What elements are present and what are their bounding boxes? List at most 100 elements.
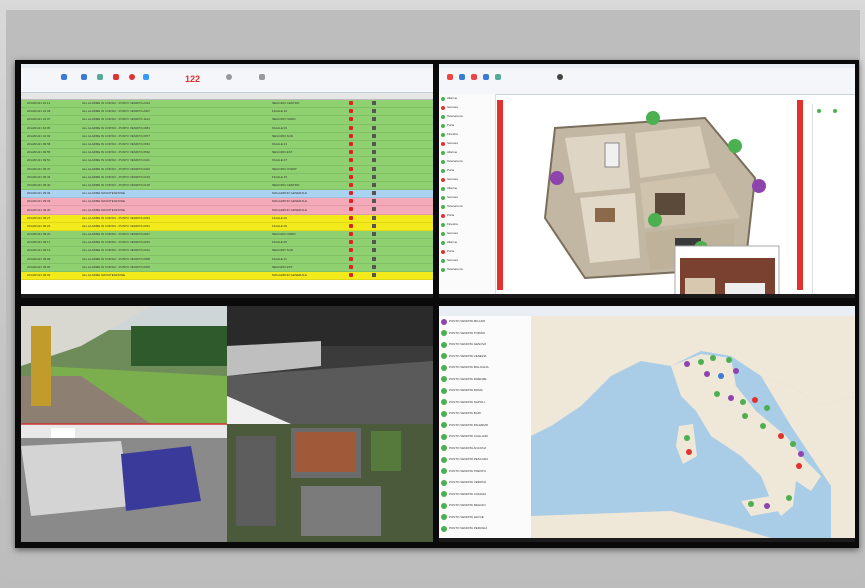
settings-icon[interactable] bbox=[259, 74, 265, 80]
action-icon[interactable] bbox=[372, 191, 376, 196]
action-icon[interactable] bbox=[372, 199, 376, 204]
map-pin-ok[interactable] bbox=[760, 423, 766, 429]
list-item[interactable]: PUNTO VENDITA FIRENZE bbox=[439, 374, 531, 386]
action-icon[interactable] bbox=[372, 133, 376, 138]
list-item[interactable]: PUNTO VENDITA BARI bbox=[439, 408, 531, 420]
map-pin-ok[interactable] bbox=[786, 495, 792, 501]
alarm-icon[interactable] bbox=[349, 133, 353, 138]
alarm-icon[interactable] bbox=[349, 182, 353, 187]
confirm-icon[interactable] bbox=[97, 74, 103, 80]
map-pin-alarm[interactable] bbox=[798, 451, 804, 457]
alarm-icon[interactable] bbox=[349, 272, 353, 277]
alarm-icon[interactable] bbox=[349, 141, 353, 146]
list-item[interactable]: Porta bbox=[439, 247, 495, 256]
table-row[interactable]: 2014/01/21 10:05 ALL ALARME IN CORSO - PU… bbox=[21, 124, 433, 133]
table-row[interactable]: 2014/01/21 09:20 ALL ALARME IN CORSO - PU… bbox=[21, 231, 433, 240]
map-pin-ok[interactable] bbox=[698, 359, 704, 365]
list-item[interactable]: Allarme bbox=[439, 94, 495, 103]
action-icon[interactable] bbox=[372, 232, 376, 236]
list-item[interactable]: PUNTO VENDITA CAGLIARI bbox=[439, 431, 531, 443]
table-row[interactable]: 2014/01/21 09:17 ALL ALARME IN CORSO - PU… bbox=[21, 239, 433, 248]
list-item[interactable]: Allarme bbox=[439, 148, 495, 157]
user-icon[interactable] bbox=[557, 74, 563, 80]
table-row[interactable]: 2014/01/21 10:07 ALL ALARME IN CORSO - PU… bbox=[21, 116, 433, 125]
sensor-marker[interactable] bbox=[648, 213, 662, 227]
map-pin-ok[interactable] bbox=[748, 501, 754, 507]
table-row[interactable]: 2014/01/21 10:11 ALL ALARME IN CORSO - PU… bbox=[21, 100, 433, 109]
floorplan-3d-view[interactable] bbox=[505, 98, 795, 294]
camera-feed-entrance[interactable] bbox=[21, 306, 227, 424]
alarm-icon[interactable] bbox=[349, 223, 353, 228]
alarm-icon[interactable] bbox=[349, 199, 353, 204]
alarm-marker[interactable] bbox=[752, 179, 766, 193]
alarm-icon[interactable] bbox=[349, 101, 353, 105]
map-pin-ok[interactable] bbox=[740, 399, 746, 405]
alarm-icon[interactable] bbox=[349, 264, 353, 269]
list-item[interactable]: Allarme bbox=[439, 184, 495, 193]
map-pin-alarm[interactable] bbox=[728, 395, 734, 401]
video-icon[interactable] bbox=[143, 74, 149, 80]
alarm-icon[interactable] bbox=[349, 174, 353, 179]
stop-icon[interactable] bbox=[129, 74, 135, 80]
map-pin-alarm[interactable] bbox=[684, 361, 690, 367]
action-icon[interactable] bbox=[372, 223, 376, 228]
table-row[interactable]: 2014/01/21 09:24 ALL ALARME IN CORSO - PU… bbox=[21, 222, 433, 231]
camera-icon[interactable] bbox=[459, 74, 465, 80]
list-item[interactable]: PUNTO VENDITA ROMA bbox=[439, 385, 531, 397]
list-item[interactable]: PUNTO VENDITA CATANIA bbox=[439, 489, 531, 501]
table-row[interactable]: 2014/01/21 09:13 ALL ALARME IN CORSO - PU… bbox=[21, 247, 433, 256]
alarm-icon[interactable] bbox=[349, 150, 353, 155]
list-item[interactable]: PUNTO VENDITA ANCONA bbox=[439, 443, 531, 455]
alarm-icon[interactable] bbox=[349, 232, 353, 236]
list-item[interactable]: Telecamera bbox=[439, 265, 495, 274]
list-item[interactable]: Sensore bbox=[439, 139, 495, 148]
alarm-icon[interactable] bbox=[349, 191, 353, 196]
sensor-marker[interactable] bbox=[728, 139, 742, 153]
map-pin-ok[interactable] bbox=[790, 441, 796, 447]
map-pin-ok[interactable] bbox=[714, 391, 720, 397]
list-item[interactable]: Porta bbox=[439, 211, 495, 220]
action-icon[interactable] bbox=[372, 109, 376, 114]
list-item[interactable]: PUNTO VENDITA GENOVA bbox=[439, 339, 531, 351]
alarm-icon[interactable] bbox=[349, 256, 353, 261]
alarm-icon[interactable] bbox=[349, 117, 353, 122]
map-pin-alarm[interactable] bbox=[704, 371, 710, 377]
action-icon[interactable] bbox=[372, 256, 376, 261]
table-row[interactable]: 2014/01/21 10:09 ALL ALARME IN CORSO - PU… bbox=[21, 108, 433, 117]
map-pin-ok[interactable] bbox=[742, 413, 748, 419]
map-pin-ok[interactable] bbox=[764, 405, 770, 411]
table-row[interactable]: 2014/01/21 09:30 ALL ALARME MANUTENZIONE M… bbox=[21, 206, 433, 215]
table-row[interactable]: 2014/01/21 09:51 ALL ALARME IN CORSO - PU… bbox=[21, 157, 433, 166]
action-icon[interactable] bbox=[372, 215, 376, 220]
list-item[interactable]: PUNTO VENDITA TORINO bbox=[439, 328, 531, 340]
table-row[interactable]: 2014/01/21 09:44 ALL ALARME IN CORSO - PU… bbox=[21, 173, 433, 182]
list-item[interactable]: Telecamera bbox=[439, 157, 495, 166]
alarm-icon[interactable] bbox=[349, 125, 353, 130]
action-icon[interactable] bbox=[372, 158, 376, 163]
list-item[interactable]: PUNTO VENDITA PERUGIA bbox=[439, 523, 531, 535]
alarm-marker[interactable] bbox=[550, 171, 564, 185]
table-row[interactable]: 2014/01/21 10:02 ALL ALARME IN CORSO - PU… bbox=[21, 132, 433, 141]
camera-feed-parking-thermal[interactable] bbox=[227, 306, 433, 424]
alarm-icon[interactable] bbox=[349, 215, 353, 220]
action-icon[interactable] bbox=[372, 248, 376, 253]
list-item[interactable]: Sensore bbox=[439, 229, 495, 238]
table-row[interactable]: 2014/01/21 09:27 ALL ALARME IN CORSO - PU… bbox=[21, 214, 433, 223]
map-pin-ok[interactable] bbox=[684, 435, 690, 441]
list-item[interactable]: Porta bbox=[439, 121, 495, 130]
camera-feed-aerial[interactable] bbox=[227, 424, 433, 542]
list-item[interactable]: Sensore bbox=[439, 175, 495, 184]
list-item[interactable]: PUNTO VENDITA NAPOLI bbox=[439, 397, 531, 409]
list-item[interactable]: Porta bbox=[439, 166, 495, 175]
sensor-icon[interactable] bbox=[471, 74, 477, 80]
list-item[interactable]: Finestra bbox=[439, 220, 495, 229]
action-icon[interactable] bbox=[372, 101, 376, 105]
list-item[interactable]: Finestra bbox=[439, 130, 495, 139]
map-pin-critical[interactable] bbox=[686, 449, 692, 455]
camera-feed-perimeter[interactable] bbox=[21, 423, 227, 542]
action-icon[interactable] bbox=[372, 207, 376, 212]
list-item[interactable]: PUNTO VENDITA LECCE bbox=[439, 512, 531, 524]
map-pin-critical[interactable] bbox=[796, 463, 802, 469]
alarm-icon[interactable] bbox=[349, 248, 353, 253]
action-icon[interactable] bbox=[372, 117, 376, 122]
